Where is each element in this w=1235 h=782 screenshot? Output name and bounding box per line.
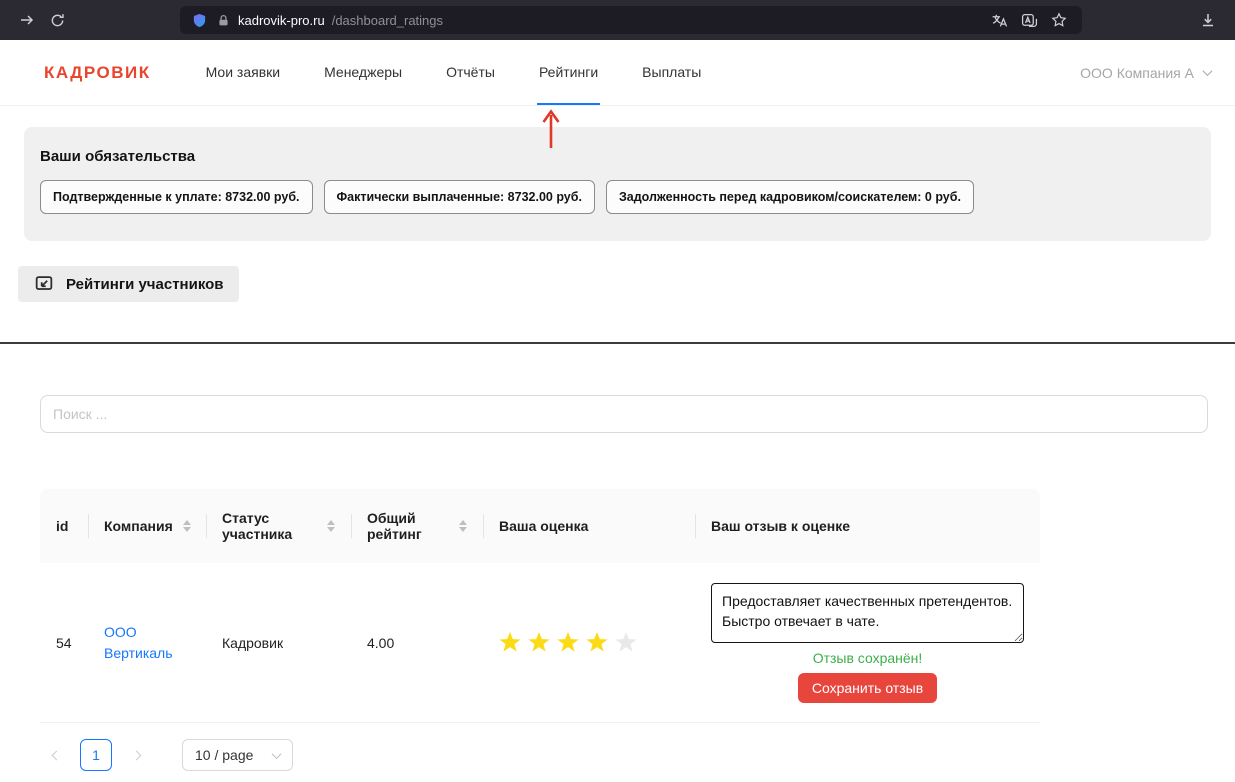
cell-rating: 4.00: [351, 563, 483, 722]
cell-review: Предоставляет качественных претендентов.…: [695, 563, 1040, 722]
cell-company: ООО Вертикаль: [88, 563, 206, 722]
column-header-review: Ваш отзыв к оценке: [695, 489, 1040, 563]
translations-panel-icon[interactable]: [1016, 6, 1042, 34]
ratings-table: id Компания Статус участника Общий рейти…: [40, 489, 1040, 723]
sort-carets-icon: [459, 520, 467, 532]
cell-id: 54: [40, 563, 88, 722]
table-header-row: id Компания Статус участника Общий рейти…: [40, 489, 1040, 563]
company-link[interactable]: ООО Вертикаль: [104, 622, 190, 664]
nav-tab-payouts[interactable]: Выплаты: [640, 40, 703, 105]
column-label: Общий рейтинг: [367, 510, 429, 542]
tracking-shield-icon[interactable]: [190, 6, 208, 34]
forward-icon[interactable]: [12, 6, 42, 34]
cell-your-rating: [483, 563, 695, 722]
column-label: Ваш отзыв к оценке: [711, 518, 850, 534]
save-review-button[interactable]: Сохранить отзыв: [798, 673, 937, 703]
column-header-status[interactable]: Статус участника: [206, 489, 351, 563]
pagination-prev-button[interactable]: [40, 739, 72, 771]
nav-tab-ratings[interactable]: Рейтинги: [537, 40, 600, 105]
obligations-pill-row: Подтвержденные к уплате: 8732.00 руб. Фа…: [40, 180, 1195, 214]
rating-value: 4.00: [367, 635, 467, 651]
browser-toolbar: kadrovik-pro.ru/dashboard_ratings: [0, 0, 1235, 40]
obligation-confirmed-pill: Подтвержденные к уплате: 8732.00 руб.: [40, 180, 313, 214]
obligations-panel: Ваши обязательства Подтвержденные к упла…: [24, 127, 1211, 241]
nav-tab-label: Менеджеры: [324, 64, 402, 80]
app-header: КАДРОВИК Мои заявки Менеджеры Отчёты Рей…: [0, 40, 1235, 106]
pagination-page-1[interactable]: 1: [80, 739, 112, 771]
nav-tab-label: Рейтинги: [539, 64, 598, 80]
lock-icon[interactable]: [215, 6, 231, 34]
nav-tab-label: Мои заявки: [206, 64, 280, 80]
chevron-down-icon: [272, 749, 282, 759]
star-icon[interactable]: [615, 632, 637, 653]
nav-tab-label: Отчёты: [446, 64, 495, 80]
bookmark-star-icon[interactable]: [1046, 6, 1072, 34]
row-id-value: 54: [56, 635, 72, 651]
star-icon[interactable]: [528, 632, 550, 653]
sort-carets-icon: [327, 520, 335, 532]
column-label: id: [56, 518, 68, 534]
pagination-next-button[interactable]: [120, 739, 152, 771]
translate-icon[interactable]: [986, 6, 1012, 34]
star-icon[interactable]: [499, 632, 521, 653]
nav-tab-label: Выплаты: [642, 64, 701, 80]
column-header-id: id: [40, 489, 88, 563]
reload-icon[interactable]: [42, 6, 72, 34]
select-area-icon: [33, 273, 55, 295]
chevron-right-icon: [131, 750, 141, 760]
obligation-debt-pill: Задолженность перед кадровиком/соискател…: [606, 180, 974, 214]
column-header-your-rating: Ваша оценка: [483, 489, 695, 563]
column-label: Компания: [104, 518, 173, 534]
downloads-icon[interactable]: [1193, 6, 1223, 34]
section-divider: [0, 342, 1235, 344]
main-nav: Мои заявки Менеджеры Отчёты Рейтинги Вып…: [204, 40, 744, 105]
url-domain: kadrovik-pro.ru: [238, 13, 325, 28]
table-row: 54 ООО Вертикаль Кадровик 4.00 Предостав…: [40, 563, 1040, 723]
column-label: Статус участника: [222, 510, 300, 542]
review-textarea[interactable]: Предоставляет качественных претендентов.…: [711, 583, 1024, 643]
url-path: /dashboard_ratings: [332, 13, 443, 28]
column-label: Ваша оценка: [499, 518, 588, 534]
address-bar[interactable]: kadrovik-pro.ru/dashboard_ratings: [180, 6, 1082, 34]
star-rating-widget: [499, 632, 679, 653]
star-icon[interactable]: [586, 632, 608, 653]
ratings-section-title: Рейтинги участников: [66, 276, 224, 293]
ratings-section-header: Рейтинги участников: [18, 266, 239, 302]
column-header-company[interactable]: Компания: [88, 489, 206, 563]
company-selector[interactable]: ООО Компания А: [1080, 65, 1211, 81]
chevron-left-icon: [51, 750, 61, 760]
nav-tab-managers[interactable]: Менеджеры: [322, 40, 404, 105]
cell-status: Кадровик: [206, 563, 351, 722]
obligation-paid-pill: Фактически выплаченные: 8732.00 руб.: [324, 180, 595, 214]
chevron-down-icon: [1203, 66, 1213, 76]
pagination: 1 10 / page: [40, 739, 1235, 771]
star-icon[interactable]: [557, 632, 579, 653]
review-saved-note: Отзыв сохранён!: [813, 650, 923, 666]
obligations-title: Ваши обязательства: [40, 148, 1195, 165]
page-size-value: 10 / page: [195, 747, 253, 763]
company-selector-label: ООО Компания А: [1080, 65, 1194, 81]
column-header-rating[interactable]: Общий рейтинг: [351, 489, 483, 563]
sort-carets-icon: [183, 520, 191, 532]
search-container: [40, 395, 1208, 433]
search-input[interactable]: [40, 395, 1208, 433]
page-size-select[interactable]: 10 / page: [182, 739, 293, 771]
nav-tab-reports[interactable]: Отчёты: [444, 40, 497, 105]
kadrovik-logo[interactable]: КАДРОВИК: [44, 63, 151, 83]
status-value: Кадровик: [222, 635, 335, 651]
nav-tab-my-requests[interactable]: Мои заявки: [204, 40, 282, 105]
